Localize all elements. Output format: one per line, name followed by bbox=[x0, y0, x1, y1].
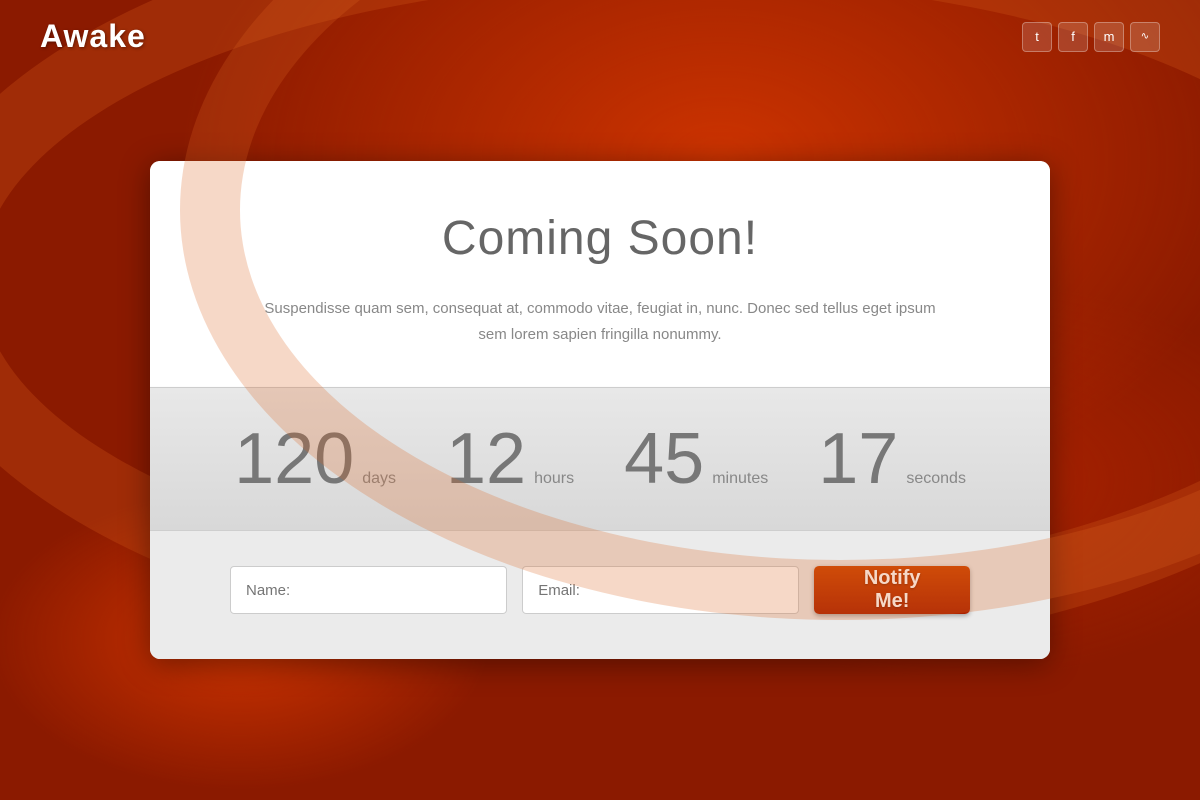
header: Awake t f m ∿ bbox=[0, 0, 1200, 73]
hours-number: 12 bbox=[446, 423, 526, 495]
twitter-icon[interactable]: t bbox=[1022, 22, 1052, 52]
social-icons: t f m ∿ bbox=[1022, 22, 1160, 52]
minutes-number: 45 bbox=[624, 423, 704, 495]
rss-icon[interactable]: ∿ bbox=[1130, 22, 1160, 52]
facebook-icon[interactable]: f bbox=[1058, 22, 1088, 52]
notify-button[interactable]: Notify Me! bbox=[814, 566, 970, 614]
seconds-label: seconds bbox=[906, 470, 966, 488]
countdown-minutes: 45 minutes bbox=[624, 423, 768, 495]
minutes-label: minutes bbox=[712, 470, 768, 488]
description-text: Suspendisse quam sem, consequat at, comm… bbox=[250, 296, 950, 347]
days-number: 120 bbox=[234, 423, 354, 495]
countdown-days: 120 days bbox=[234, 423, 396, 495]
countdown-section: 120 days 12 hours 45 minutes 17 seconds bbox=[150, 387, 1050, 531]
countdown-seconds: 17 seconds bbox=[818, 423, 966, 495]
top-section: Coming Soon! Suspendisse quam sem, conse… bbox=[150, 161, 1050, 387]
countdown-hours: 12 hours bbox=[446, 423, 574, 495]
main-card: Coming Soon! Suspendisse quam sem, conse… bbox=[150, 161, 1050, 659]
days-label: days bbox=[362, 470, 396, 488]
logo: Awake bbox=[40, 18, 146, 55]
seconds-number: 17 bbox=[818, 423, 898, 495]
myspace-icon[interactable]: m bbox=[1094, 22, 1124, 52]
hours-label: hours bbox=[534, 470, 574, 488]
page-title: Coming Soon! bbox=[230, 211, 970, 266]
name-input[interactable] bbox=[230, 566, 507, 614]
form-section: Notify Me! bbox=[150, 531, 1050, 659]
email-input[interactable] bbox=[522, 566, 799, 614]
